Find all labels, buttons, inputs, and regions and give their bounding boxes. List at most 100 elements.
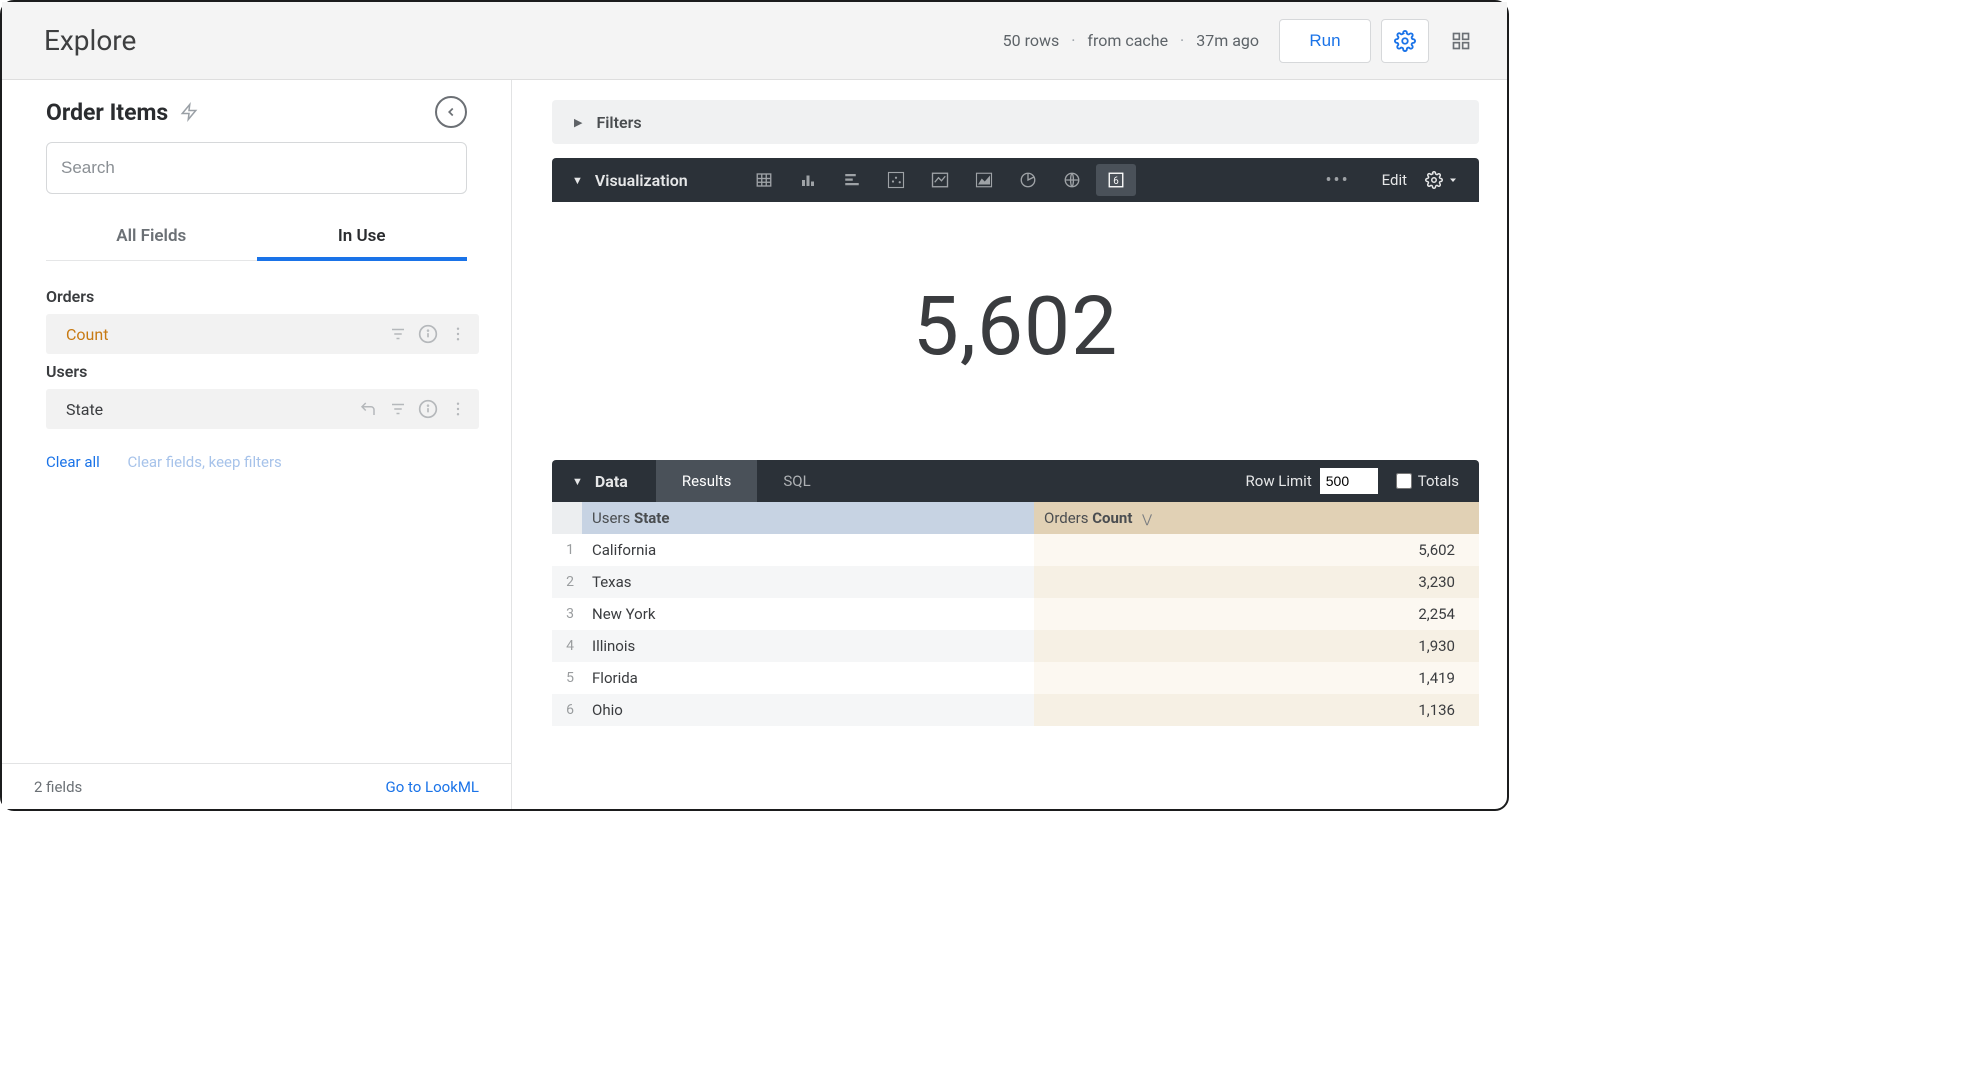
more-vertical-icon	[449, 325, 467, 343]
totals-checkbox[interactable]	[1396, 473, 1412, 489]
top-header: Explore 50 rows · from cache · 37m ago R…	[2, 2, 1507, 80]
field-info-button[interactable]	[413, 319, 443, 349]
row-number: 1	[552, 534, 582, 566]
field-picker-tabs: All Fields In Use	[46, 212, 467, 261]
pie-chart-icon	[1018, 171, 1038, 189]
dashboards-button[interactable]	[1443, 19, 1479, 63]
bar-chart-icon	[798, 171, 818, 189]
data-tab-sql[interactable]: SQL	[757, 460, 836, 502]
cell-state[interactable]: Illinois	[582, 630, 1034, 662]
results-table: Users State Orders Count ⋁ 1California5,…	[552, 502, 1479, 726]
field-orders-count[interactable]: Count	[46, 314, 479, 354]
explore-content: ▶ Filters ▼ Visualization 6 ••• Edit	[512, 80, 1507, 763]
clear-all-link[interactable]: Clear all	[46, 453, 100, 471]
cell-count[interactable]: 2,254	[1034, 598, 1479, 630]
cell-count[interactable]: 1,930	[1034, 630, 1479, 662]
data-panel-header: ▼ Data Results SQL Row Limit Totals	[552, 460, 1479, 502]
viz-type-pie[interactable]	[1008, 164, 1048, 196]
bar-horizontal-icon	[842, 171, 862, 189]
row-number: 2	[552, 566, 582, 598]
viz-edit-button[interactable]: Edit	[1382, 171, 1407, 189]
row-number: 4	[552, 630, 582, 662]
go-to-lookml-link[interactable]: Go to LookML	[386, 778, 480, 796]
field-picker-sidebar: Order Items All Fields In Use Orders Cou…	[2, 80, 512, 763]
filter-icon	[389, 400, 407, 418]
single-value-icon: 6	[1106, 171, 1126, 189]
field-more-button[interactable]	[443, 319, 473, 349]
scatter-icon	[886, 171, 906, 189]
table-icon	[754, 171, 774, 189]
cell-state[interactable]: Texas	[582, 566, 1034, 598]
chevron-down-icon	[1447, 174, 1459, 186]
cell-state[interactable]: California	[582, 534, 1034, 566]
cell-state[interactable]: Ohio	[582, 694, 1034, 726]
column-header-orders-count[interactable]: Orders Count ⋁	[1034, 502, 1479, 534]
viz-settings-button[interactable]	[1425, 171, 1459, 189]
viz-type-table[interactable]	[744, 164, 784, 196]
chevron-left-icon	[444, 105, 458, 119]
viz-type-map[interactable]	[1052, 164, 1092, 196]
map-icon	[1062, 171, 1082, 189]
clear-keep-filters-link[interactable]: Clear fields, keep filters	[128, 453, 282, 471]
sidebar-footer: 2 fields Go to LookML	[2, 763, 512, 809]
filter-icon	[389, 325, 407, 343]
filter-field-button[interactable]	[383, 394, 413, 424]
filter-field-button[interactable]	[383, 319, 413, 349]
viz-type-line[interactable]	[920, 164, 960, 196]
line-chart-icon	[930, 171, 950, 189]
table-row: 3New York2,254	[552, 598, 1479, 630]
query-status: 50 rows · from cache · 37m ago	[1003, 31, 1259, 50]
table-row: 5Florida1,419	[552, 662, 1479, 694]
explore-name: Order Items	[46, 99, 168, 126]
row-number: 3	[552, 598, 582, 630]
run-button[interactable]: Run	[1279, 19, 1371, 63]
filters-panel-toggle[interactable]: ▶ Filters	[552, 100, 1479, 144]
table-row: 4Illinois1,930	[552, 630, 1479, 662]
field-search-input[interactable]	[46, 142, 467, 194]
sort-desc-icon: ⋁	[1142, 512, 1152, 526]
table-row: 6Ohio1,136	[552, 694, 1479, 726]
data-tab-results[interactable]: Results	[656, 460, 758, 502]
info-icon	[418, 324, 438, 344]
caret-down-icon: ▼	[572, 475, 583, 488]
svg-text:6: 6	[1113, 176, 1119, 187]
viz-type-single-value[interactable]: 6	[1096, 164, 1136, 196]
status-cache: from cache	[1087, 31, 1168, 50]
field-users-state[interactable]: State	[46, 389, 479, 429]
row-limit-input[interactable]	[1320, 468, 1378, 494]
filters-label: Filters	[596, 113, 641, 132]
cell-count[interactable]: 1,136	[1034, 694, 1479, 726]
cell-state[interactable]: Florida	[582, 662, 1034, 694]
tab-in-use[interactable]: In Use	[257, 212, 468, 260]
visualization-body: 5,602	[552, 202, 1479, 452]
row-number: 5	[552, 662, 582, 694]
cell-state[interactable]: New York	[582, 598, 1034, 630]
explore-settings-button[interactable]	[1381, 19, 1429, 63]
bolt-icon	[180, 101, 198, 123]
rownum-header	[552, 502, 582, 534]
more-vertical-icon	[449, 400, 467, 418]
grid-icon	[1451, 31, 1471, 51]
cell-count[interactable]: 1,419	[1034, 662, 1479, 694]
viz-more-button[interactable]: •••	[1318, 170, 1358, 191]
info-icon	[418, 399, 438, 419]
field-label: Count	[66, 325, 383, 344]
cell-count[interactable]: 5,602	[1034, 534, 1479, 566]
tab-all-fields[interactable]: All Fields	[46, 212, 257, 260]
pivot-field-button[interactable]	[353, 394, 383, 424]
viz-type-scatter[interactable]	[876, 164, 916, 196]
cell-count[interactable]: 3,230	[1034, 566, 1479, 598]
field-group-users: Users	[46, 362, 479, 381]
field-info-button[interactable]	[413, 394, 443, 424]
row-number: 6	[552, 694, 582, 726]
viz-type-area[interactable]	[964, 164, 1004, 196]
field-label: State	[66, 400, 353, 419]
column-header-users-state[interactable]: Users State	[582, 502, 1034, 534]
caret-down-icon: ▼	[572, 174, 583, 187]
viz-type-bar[interactable]	[832, 164, 872, 196]
collapse-sidebar-button[interactable]	[435, 96, 467, 128]
field-more-button[interactable]	[443, 394, 473, 424]
status-rows: 50 rows	[1003, 31, 1060, 50]
viz-type-column[interactable]	[788, 164, 828, 196]
visualization-label: Visualization	[595, 171, 688, 190]
